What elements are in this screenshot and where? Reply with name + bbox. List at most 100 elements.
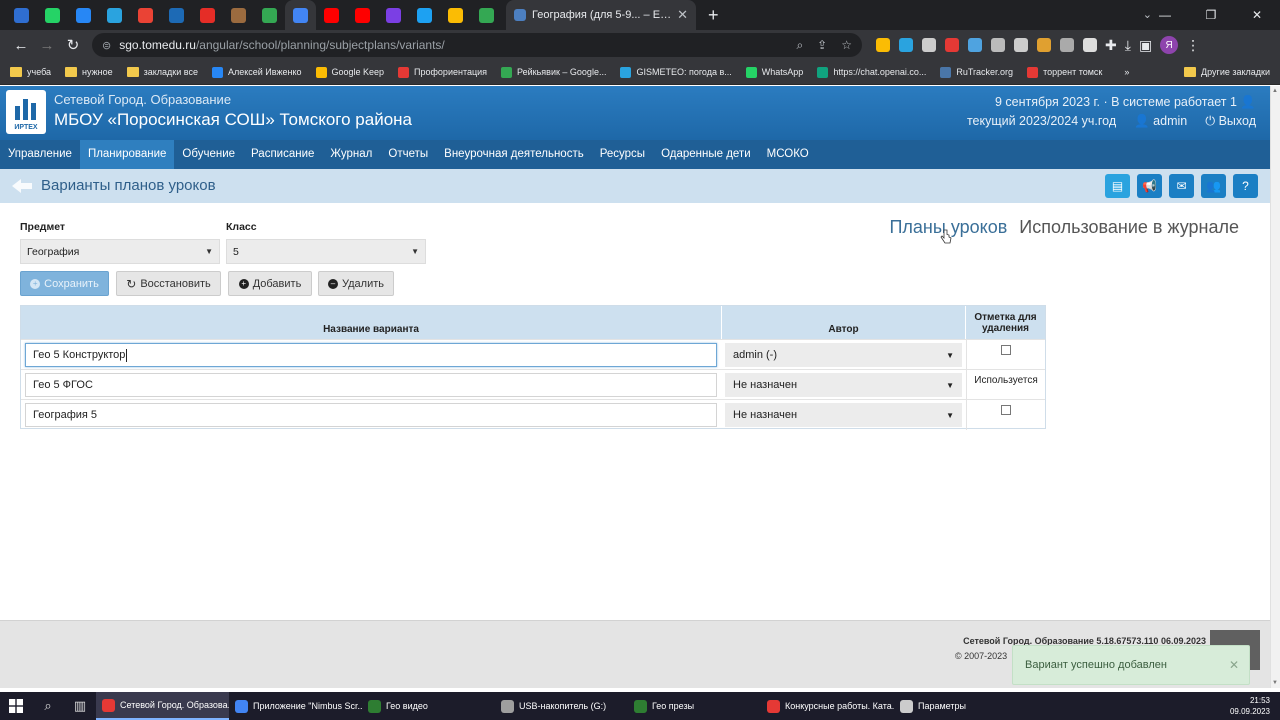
- bookmark-star-icon[interactable]: ☆: [841, 38, 852, 53]
- mail-icon[interactable]: ✉: [1169, 174, 1194, 198]
- site-info-icon[interactable]: ⊜: [102, 39, 111, 52]
- help-icon[interactable]: ?: [1233, 174, 1258, 198]
- start-button[interactable]: [0, 699, 32, 713]
- system-clock[interactable]: 21:53 09.09.2023: [1230, 695, 1270, 717]
- close-window-icon[interactable]: ✕: [1234, 0, 1280, 30]
- extension-icon[interactable]: [899, 38, 913, 52]
- zoom-icon[interactable]: ⌕: [796, 38, 803, 53]
- new-tab-icon[interactable]: +: [708, 5, 719, 26]
- pinned-tab[interactable]: [347, 0, 378, 30]
- other-bookmarks[interactable]: Другие закладки: [1184, 67, 1270, 77]
- extension-icon[interactable]: [1083, 38, 1097, 52]
- profile-avatar[interactable]: Я: [1160, 36, 1179, 54]
- extension-icon[interactable]: [945, 38, 959, 52]
- journal-usage-link[interactable]: Использование в журнале: [1019, 217, 1239, 238]
- bookmark-item[interactable]: WhatsApp: [745, 66, 803, 78]
- pinned-tab[interactable]: [223, 0, 254, 30]
- bookmark-item[interactable]: учеба: [10, 67, 51, 77]
- download-icon[interactable]: ⤓: [1125, 37, 1131, 54]
- scroll-down-icon[interactable]: ▼: [1272, 680, 1278, 686]
- add-button[interactable]: + Добавить: [228, 271, 312, 296]
- bookmark-item[interactable]: торрент томск: [1027, 66, 1102, 78]
- pinned-tab[interactable]: [68, 0, 99, 30]
- task-view-icon[interactable]: ▥: [64, 698, 96, 714]
- pinned-tab[interactable]: [409, 0, 440, 30]
- extension-icon[interactable]: [968, 38, 982, 52]
- pinned-tab[interactable]: [99, 0, 130, 30]
- pinned-tab[interactable]: [316, 0, 347, 30]
- maximize-icon[interactable]: ❐: [1188, 0, 1234, 30]
- irtech-logo[interactable]: ИРТЕХ: [6, 90, 46, 134]
- variant-name-input[interactable]: Гео 5 Конструктор: [25, 343, 717, 367]
- pinned-tab[interactable]: [378, 0, 409, 30]
- back-arrow-icon[interactable]: [12, 179, 32, 193]
- taskbar-app[interactable]: Гео презы: [628, 692, 761, 720]
- scroll-up-icon[interactable]: ▲: [1272, 88, 1278, 94]
- bookmark-item[interactable]: RuTracker.org: [940, 66, 1013, 78]
- save-button[interactable]: + Сохранить: [20, 271, 109, 296]
- extension-icon[interactable]: [876, 38, 890, 52]
- author-select[interactable]: Не назначен ▼: [725, 373, 962, 397]
- subject-select[interactable]: География ▼: [20, 239, 220, 264]
- user-link[interactable]: 👤 admin: [1134, 114, 1187, 129]
- bookmark-item[interactable]: GISMETEO: погода в...: [620, 66, 732, 78]
- minimize-icon[interactable]: —: [1142, 0, 1188, 30]
- pinned-tab[interactable]: [471, 0, 502, 30]
- active-browser-tab[interactable]: География (для 5-9... – Единое содержани…: [506, 0, 696, 30]
- bookmark-item[interactable]: Алексей Ивженко: [211, 66, 302, 78]
- forward-icon[interactable]: →: [34, 37, 60, 54]
- share-icon[interactable]: ⇪: [817, 38, 827, 53]
- variant-name-input[interactable]: Гео 5 ФГОС: [25, 373, 717, 397]
- taskbar-app[interactable]: Гео видео: [362, 692, 495, 720]
- pinned-tab[interactable]: [254, 0, 285, 30]
- announcements-icon[interactable]: 📢: [1137, 174, 1162, 198]
- taskbar-app[interactable]: Параметры: [894, 692, 1027, 720]
- menu-item-7[interactable]: Ресурсы: [592, 140, 653, 169]
- bookmark-item[interactable]: Профориентация: [398, 66, 487, 78]
- pinned-tab[interactable]: [37, 0, 68, 30]
- extension-icon[interactable]: [1014, 38, 1028, 52]
- close-tab-icon[interactable]: ✕: [677, 7, 688, 23]
- restore-button[interactable]: ↻ Восстановить: [116, 271, 221, 296]
- author-select[interactable]: admin (-) ▼: [725, 343, 962, 367]
- back-icon[interactable]: ←: [8, 37, 34, 54]
- address-bar[interactable]: ⊜ sgo.tomedu.ru/angular/school/planning/…: [92, 33, 862, 57]
- toast-close-icon[interactable]: ✕: [1229, 658, 1239, 672]
- variant-name-input[interactable]: География 5: [25, 403, 717, 427]
- bookmark-item[interactable]: Google Keep: [315, 66, 384, 78]
- bookmark-item[interactable]: Рейкьявик – Google...: [501, 66, 606, 78]
- pinned-tab[interactable]: [161, 0, 192, 30]
- online-user-icon[interactable]: 👤: [1240, 95, 1256, 109]
- menu-item-6[interactable]: Внеурочная деятельность: [436, 140, 592, 169]
- chat-icon[interactable]: ▤: [1105, 174, 1130, 198]
- reload-icon[interactable]: ↻: [60, 36, 86, 54]
- pinned-tab[interactable]: [192, 0, 223, 30]
- extension-icon[interactable]: [991, 38, 1005, 52]
- side-panel-icon[interactable]: ▣: [1139, 37, 1152, 54]
- extensions-puzzle-icon[interactable]: ✚: [1105, 37, 1117, 54]
- taskbar-app[interactable]: Приложение "Nimbus Scr...: [229, 692, 362, 720]
- school-year[interactable]: текущий 2023/2024 уч.год: [967, 114, 1116, 129]
- extension-icon[interactable]: [1037, 38, 1051, 52]
- bookmark-item[interactable]: https://chat.openai.co...: [817, 66, 926, 78]
- bookmarks-more-icon[interactable]: »: [1124, 67, 1129, 77]
- pinned-tab[interactable]: [285, 0, 316, 30]
- taskbar-app[interactable]: Конкурсные работы. Ката...: [761, 692, 894, 720]
- menu-item-3[interactable]: Расписание: [243, 140, 322, 169]
- menu-item-9[interactable]: МСОКО: [759, 140, 817, 169]
- users-icon[interactable]: 👥: [1201, 174, 1226, 198]
- pinned-tab[interactable]: [130, 0, 161, 30]
- bookmark-item[interactable]: закладки все: [126, 67, 198, 77]
- menu-item-4[interactable]: Журнал: [322, 140, 380, 169]
- page-scrollbar[interactable]: ▲ ▼: [1270, 86, 1280, 688]
- menu-item-8[interactable]: Одаренные дети: [653, 140, 759, 169]
- pinned-tab[interactable]: [440, 0, 471, 30]
- logout-link[interactable]: ⏻ Выход: [1205, 114, 1256, 129]
- menu-item-5[interactable]: Отчеты: [380, 140, 436, 169]
- delete-button[interactable]: – Удалить: [318, 271, 394, 296]
- taskbar-app[interactable]: USB-накопитель (G:): [495, 692, 628, 720]
- taskbar-search-icon[interactable]: ⌕: [32, 698, 64, 714]
- delete-checkbox[interactable]: [1001, 405, 1011, 415]
- extension-icon[interactable]: [922, 38, 936, 52]
- delete-checkbox[interactable]: [1001, 345, 1011, 355]
